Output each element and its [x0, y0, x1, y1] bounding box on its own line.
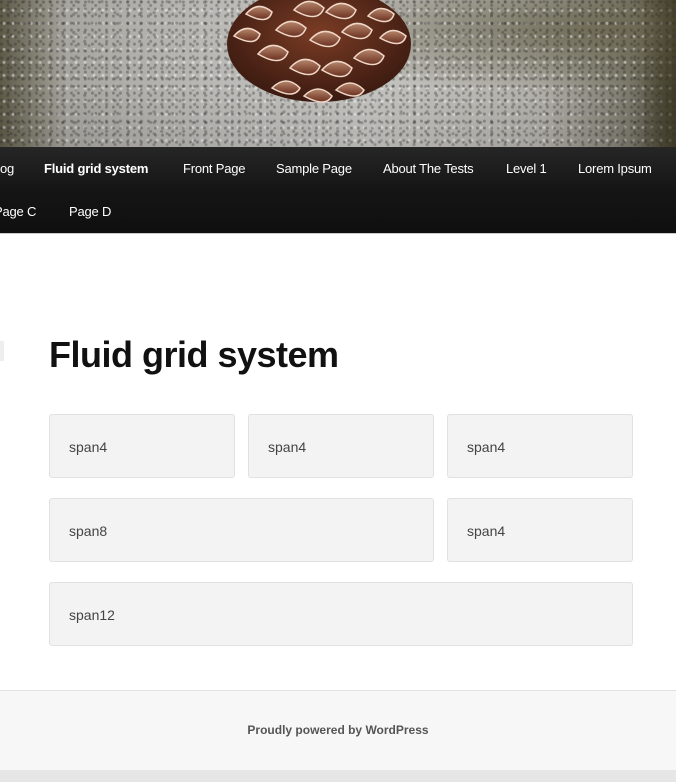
footer-powered-by-link[interactable]: Proudly powered by WordPress	[0, 723, 676, 737]
nav-item-lorem-ipsum[interactable]: Lorem Ipsum	[578, 161, 652, 176]
page-bottom-strip	[0, 770, 676, 782]
nav-item-about-the-tests[interactable]: About The Tests	[383, 161, 474, 176]
site-footer: Proudly powered by WordPress	[0, 690, 676, 771]
nav-item-blog[interactable]: og	[0, 161, 14, 176]
primary-navigation: og Fluid grid system Front Page Sample P…	[0, 147, 676, 234]
background-edge	[636, 0, 676, 147]
grid-cell-label: span12	[69, 607, 115, 623]
nav-item-sample-page[interactable]: Sample Page	[276, 161, 352, 176]
grid-cell-span4: span4	[248, 414, 434, 478]
pinecone-image	[227, 0, 411, 103]
grid-cell-label: span4	[69, 439, 108, 455]
grid-cell-label: span4	[467, 439, 506, 455]
grid-cell-span4: span4	[49, 414, 235, 478]
nav-item-page-d[interactable]: Page D	[69, 204, 111, 219]
grid-cell-label: span4	[467, 523, 506, 539]
grid-cell-span12: span12	[49, 582, 633, 646]
grid-cell-label: span4	[268, 439, 307, 455]
nav-item-front-page[interactable]: Front Page	[183, 161, 246, 176]
grid-cell-span4: span4	[447, 498, 633, 562]
header-image	[0, 0, 676, 147]
grid-cell-label: span8	[69, 523, 108, 539]
nav-item-level-1[interactable]: Level 1	[506, 161, 547, 176]
nav-item-fluid-grid-system[interactable]: Fluid grid system	[44, 161, 148, 176]
grid-cell-span4: span4	[447, 414, 633, 478]
page-title: Fluid grid system	[49, 334, 339, 375]
nav-item-page-c[interactable]: Page C	[0, 204, 36, 219]
grid-cell-span8: span8	[49, 498, 434, 562]
sidebar-edge	[0, 341, 4, 361]
